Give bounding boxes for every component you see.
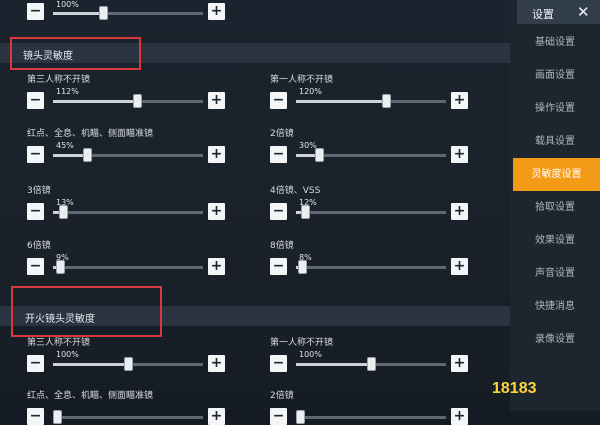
lens-sens-minus-button[interactable]: −	[270, 258, 287, 275]
sidebar-item[interactable]: 画面设置	[510, 59, 600, 92]
lens-sens-plus-button[interactable]: +	[208, 258, 225, 275]
fire-sens-plus-button[interactable]: +	[451, 355, 468, 372]
lens-sens-slider[interactable]	[53, 94, 203, 108]
highlight-box-fire	[11, 286, 162, 337]
lens-sens-plus-button[interactable]: +	[451, 203, 468, 220]
lens-sens-slider-thumb[interactable]	[301, 205, 310, 219]
lens-sens-value: 45%	[56, 141, 74, 150]
sidebar-item[interactable]: 基础设置	[510, 26, 600, 59]
lens-sens-label: 4倍镜、VSS	[270, 186, 321, 196]
lens-sens-label: 3倍镜	[27, 186, 51, 196]
lens-sens-plus-button[interactable]: +	[451, 146, 468, 163]
lens-sens-slider[interactable]	[53, 260, 203, 274]
fire-sens-label: 2倍镜	[270, 391, 294, 401]
lens-sens-label: 8倍镜	[270, 241, 294, 251]
close-icon[interactable]: ✕	[577, 3, 590, 21]
lens-sens-label: 2倍镜	[270, 129, 294, 139]
lens-sens-slider-thumb[interactable]	[382, 94, 391, 108]
lens-sens-plus-button[interactable]: +	[208, 203, 225, 220]
top-slider-value: 100%	[56, 0, 79, 9]
lens-sens-plus-button[interactable]: +	[451, 92, 468, 109]
highlight-box-lens	[10, 37, 141, 70]
top-slider-thumb[interactable]	[99, 6, 108, 20]
lens-sens-minus-button[interactable]: −	[270, 203, 287, 220]
lens-sens-slider-thumb[interactable]	[83, 148, 92, 162]
sidebar-item[interactable]: 声音设置	[510, 257, 600, 290]
lens-sens-value: 112%	[56, 87, 79, 96]
sidebar-item[interactable]: 快捷消息	[510, 290, 600, 323]
lens-sens-plus-button[interactable]: +	[208, 146, 225, 163]
lens-sens-label: 第一人称不开镜	[270, 75, 334, 85]
lens-sens-plus-button[interactable]: +	[451, 258, 468, 275]
lens-sens-value: 120%	[299, 87, 322, 96]
fire-sens-slider-thumb[interactable]	[124, 357, 133, 371]
lens-sens-slider[interactable]	[296, 94, 446, 108]
lens-sens-minus-button[interactable]: −	[27, 258, 44, 275]
lens-sens-minus-button[interactable]: −	[270, 92, 287, 109]
sidebar-item[interactable]: 操作设置	[510, 92, 600, 125]
lens-sens-slider-thumb[interactable]	[298, 260, 307, 274]
lens-sens-slider-thumb[interactable]	[133, 94, 142, 108]
settings-title: 设置	[532, 8, 554, 21]
top-slider-plus-button[interactable]: +	[208, 3, 225, 20]
top-slider-fill	[53, 12, 103, 15]
lens-sens-slider[interactable]	[296, 205, 446, 219]
fire-sens-slider-fill	[296, 363, 371, 366]
fire-sens-slider-fill	[53, 363, 128, 366]
lens-sens-slider-fill	[296, 100, 386, 103]
fire-sens-slider[interactable]	[53, 410, 203, 424]
watermark-logo: 18183	[492, 380, 537, 397]
lens-sens-minus-button[interactable]: −	[27, 92, 44, 109]
fire-sens-slider-thumb[interactable]	[296, 410, 305, 424]
fire-sens-label: 第一人称不开镜	[270, 338, 334, 348]
lens-sens-slider-fill	[53, 100, 137, 103]
fire-sens-slider-thumb[interactable]	[367, 357, 376, 371]
lens-sens-label: 第三人称不开镜	[27, 75, 91, 85]
lens-sens-slider[interactable]	[53, 148, 203, 162]
fire-sens-slider[interactable]	[53, 357, 203, 371]
fire-sens-value: 100%	[56, 350, 79, 359]
top-slider-minus-button[interactable]: −	[27, 3, 44, 20]
sidebar-item[interactable]: 录像设置	[510, 323, 600, 356]
fire-sens-plus-button[interactable]: +	[208, 355, 225, 372]
lens-sens-slider-thumb[interactable]	[56, 260, 65, 274]
lens-sens-plus-button[interactable]: +	[208, 92, 225, 109]
lens-sens-slider-fill	[53, 154, 87, 157]
lens-sens-slider[interactable]	[296, 148, 446, 162]
lens-sens-slider-thumb[interactable]	[59, 205, 68, 219]
fire-sens-slider-thumb[interactable]	[53, 410, 62, 424]
sidebar-item[interactable]: 载具设置	[510, 125, 600, 158]
top-slider-track[interactable]	[53, 6, 203, 20]
fire-sens-value: 100%	[299, 350, 322, 359]
sidebar-item[interactable]: 拾取设置	[510, 191, 600, 224]
fire-sens-slider[interactable]	[296, 357, 446, 371]
fire-sens-slider[interactable]	[296, 410, 446, 424]
lens-sens-slider[interactable]	[296, 260, 446, 274]
fire-sens-minus-button[interactable]: −	[27, 355, 44, 372]
sidebar-item[interactable]: 效果设置	[510, 224, 600, 257]
fire-sens-label: 第三人称不开镜	[27, 338, 91, 348]
lens-sens-label: 红点、全息、机瞄、侧面瞄准镜	[27, 129, 154, 139]
lens-sens-minus-button[interactable]: −	[27, 203, 44, 220]
fire-sens-label: 红点、全息、机瞄、侧面瞄准镜	[27, 391, 154, 401]
lens-sens-minus-button[interactable]: −	[27, 146, 44, 163]
sidebar-item[interactable]: 灵敏度设置	[513, 158, 600, 191]
lens-sens-slider-thumb[interactable]	[315, 148, 324, 162]
lens-sens-label: 6倍镜	[27, 241, 51, 251]
lens-sens-slider[interactable]	[53, 205, 203, 219]
lens-sens-minus-button[interactable]: −	[270, 146, 287, 163]
fire-sens-minus-button[interactable]: −	[270, 355, 287, 372]
